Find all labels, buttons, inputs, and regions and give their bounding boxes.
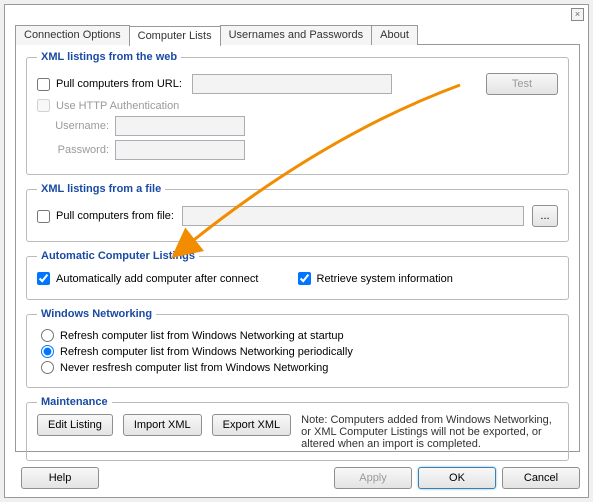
label-refresh-startup: Refresh computer list from Windows Netwo… — [60, 330, 344, 342]
input-file-path[interactable] — [182, 206, 524, 226]
group-maintenance: Maintenance Edit Listing Import XML Expo… — [26, 396, 569, 461]
help-button[interactable]: Help — [21, 467, 99, 489]
options-dialog: × Connection Options Computer Lists User… — [4, 4, 589, 498]
apply-button[interactable]: Apply — [334, 467, 412, 489]
close-icon[interactable]: × — [571, 8, 584, 21]
input-password — [115, 140, 245, 160]
label-auto-add: Automatically add computer after connect — [56, 273, 258, 285]
label-refresh-periodic: Refresh computer list from Windows Netwo… — [60, 346, 353, 358]
group-xml-web: XML listings from the web Pull computers… — [26, 51, 569, 175]
tab-content: XML listings from the web Pull computers… — [15, 44, 580, 452]
label-pull-from-file: Pull computers from file: — [56, 210, 174, 222]
cancel-button[interactable]: Cancel — [502, 467, 580, 489]
label-pull-from-url: Pull computers from URL: — [56, 78, 182, 90]
test-button[interactable]: Test — [486, 73, 558, 95]
group-xml-file: XML listings from a file Pull computers … — [26, 183, 569, 242]
checkbox-retrieve-sysinfo[interactable] — [298, 272, 311, 285]
edit-listing-button[interactable]: Edit Listing — [37, 414, 113, 436]
checkbox-pull-from-url[interactable] — [37, 78, 50, 91]
legend-windows-networking: Windows Networking — [37, 308, 156, 320]
group-automatic: Automatic Computer Listings Automaticall… — [26, 250, 569, 300]
legend-xml-file: XML listings from a file — [37, 183, 165, 195]
legend-maintenance: Maintenance — [37, 396, 112, 408]
input-url[interactable] — [192, 74, 392, 94]
label-password: Password: — [49, 144, 109, 156]
dialog-button-bar: Help Apply OK Cancel — [15, 467, 580, 489]
tab-bar: Connection Options Computer Lists Userna… — [15, 25, 417, 45]
tab-about[interactable]: About — [371, 25, 418, 45]
legend-automatic: Automatic Computer Listings — [37, 250, 199, 262]
browse-button[interactable]: ... — [532, 205, 558, 227]
maintenance-note: Note: Computers added from Windows Netwo… — [301, 414, 558, 450]
label-refresh-never: Never resfresh computer list from Window… — [60, 362, 328, 374]
label-username: Username: — [49, 120, 109, 132]
input-username — [115, 116, 245, 136]
radio-refresh-startup[interactable] — [41, 329, 54, 342]
tab-usernames-passwords[interactable]: Usernames and Passwords — [220, 25, 373, 45]
radio-refresh-periodic[interactable] — [41, 345, 54, 358]
group-windows-networking: Windows Networking Refresh computer list… — [26, 308, 569, 388]
legend-xml-web: XML listings from the web — [37, 51, 181, 63]
checkbox-http-auth — [37, 99, 50, 112]
label-http-auth: Use HTTP Authentication — [56, 100, 179, 112]
import-xml-button[interactable]: Import XML — [123, 414, 202, 436]
radio-refresh-never[interactable] — [41, 361, 54, 374]
ok-button[interactable]: OK — [418, 467, 496, 489]
export-xml-button[interactable]: Export XML — [212, 414, 291, 436]
checkbox-pull-from-file[interactable] — [37, 210, 50, 223]
tab-connection-options[interactable]: Connection Options — [15, 25, 130, 45]
checkbox-auto-add[interactable] — [37, 272, 50, 285]
label-retrieve-sysinfo: Retrieve system information — [317, 273, 453, 285]
tab-computer-lists[interactable]: Computer Lists — [129, 26, 221, 46]
